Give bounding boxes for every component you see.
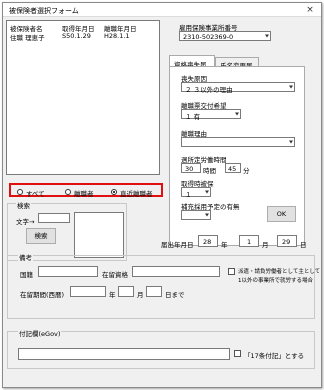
- period-day-input[interactable]: [146, 286, 162, 297]
- employer-number-select[interactable]: 2310-502369-0: [179, 31, 271, 41]
- year-unit: 年: [221, 241, 228, 249]
- notification-date-label: 届出年月日: [161, 241, 194, 249]
- hours-value: 30: [185, 165, 194, 173]
- notification-day-value: 29: [282, 238, 291, 246]
- dispatch-checkbox[interactable]: 派遣・請負労働者として主として 1以外の事業所で就労する場合: [228, 266, 320, 290]
- filter-radio-all[interactable]: すべて: [17, 188, 57, 198]
- remarks-group: 備考 国籍 在留資格 在留期間(西暦) 年 月 日まで 派遣・請負労働者として主…: [7, 252, 320, 319]
- search-char-label: 文字→: [16, 218, 35, 226]
- period-year-input[interactable]: [70, 286, 106, 297]
- dispatch-label-line2: 1以外の事業所で就労する場合: [238, 278, 314, 284]
- notes-group: 付記欄(eGov) 「17条付記」とする: [7, 328, 315, 369]
- nationality-input[interactable]: [38, 266, 98, 277]
- chevron-down-icon: [205, 213, 209, 217]
- employment-type-value: １: [185, 191, 192, 199]
- day-unit: 日: [300, 241, 307, 249]
- notes-group-label: 付記欄(eGov): [18, 328, 62, 338]
- employment-type-select[interactable]: １: [181, 187, 211, 199]
- search-result-list[interactable]: [74, 212, 124, 258]
- chevron-down-icon: [289, 85, 293, 89]
- filter-radio-separated[interactable]: 離職者: [65, 188, 105, 198]
- radio-icon: [17, 189, 23, 195]
- nationality-label: 国籍: [20, 271, 33, 279]
- residence-status-input[interactable]: [132, 266, 220, 277]
- list-item-acquired: S50.1.29: [62, 32, 91, 40]
- radio-selected-icon: [111, 189, 117, 195]
- chevron-down-icon: [235, 112, 239, 116]
- article17-label: 「17条付記」とする: [244, 352, 305, 360]
- certificate-value: １ 有: [185, 113, 201, 121]
- minutes-value: 45: [228, 165, 237, 173]
- period-month-input[interactable]: [118, 286, 134, 297]
- radio-icon: [65, 189, 71, 195]
- supplement-select[interactable]: [181, 210, 211, 220]
- form-window: 被保険者選択フォーム × 被保険者名 取得年月日 離職年月日 住職 理恵子 S5…: [2, 2, 322, 388]
- notification-year-value: 28: [203, 238, 212, 246]
- search-button[interactable]: 検索: [26, 228, 56, 244]
- filter-radio-separated-label: 離職者: [74, 190, 94, 198]
- filter-radio-recent[interactable]: 直近離職者: [111, 188, 161, 198]
- search-input[interactable]: [38, 213, 70, 223]
- loss-reason-value: ２ ３以外の理由: [185, 86, 233, 94]
- filter-radio-group: すべて 離職者 直近離職者: [9, 183, 163, 198]
- close-icon[interactable]: ×: [303, 4, 317, 16]
- filter-radio-recent-label: 直近離職者: [120, 190, 153, 198]
- loss-reason-select[interactable]: ２ ３以外の理由: [181, 82, 295, 94]
- dispatch-label: 派遣・請負労働者として主として: [238, 269, 321, 275]
- article17-checkbox[interactable]: 「17条付記」とする: [234, 349, 312, 360]
- checkbox-icon: [228, 268, 235, 275]
- remarks-group-label: 備考: [18, 252, 33, 262]
- month-unit: 月: [262, 241, 269, 249]
- hours-unit: 時間: [203, 167, 216, 175]
- minutes-input[interactable]: 45: [225, 163, 241, 173]
- employer-number-value: 2310-502369-0: [183, 33, 234, 41]
- window-title: 被保険者選択フォーム: [9, 7, 79, 15]
- chevron-down-icon: [289, 140, 293, 144]
- employee-list[interactable]: 被保険者名 取得年月日 離職年月日 住職 理恵子 S50.1.29 H28.1.…: [6, 20, 160, 175]
- notification-month-input[interactable]: 1: [239, 235, 259, 247]
- tab-panel: 喪失原因 ２ ３以外の理由 離職票交付希望 １ 有 離職理由 週所定労働時間 3…: [169, 66, 305, 246]
- notification-year-input[interactable]: 28: [198, 235, 218, 247]
- minutes-unit: 分: [243, 167, 250, 175]
- ok-button[interactable]: OK: [267, 206, 296, 222]
- filter-radio-all-label: すべて: [26, 190, 45, 198]
- separation-reason-select[interactable]: [181, 137, 295, 147]
- title-bar: 被保険者選択フォーム ×: [3, 3, 321, 17]
- notification-month-value: 1: [247, 238, 252, 246]
- period-month-unit: 月: [137, 291, 144, 299]
- list-item[interactable]: 住職 理恵子 S50.1.29 H28.1.1: [8, 31, 158, 42]
- notification-day-input[interactable]: 29: [277, 235, 297, 247]
- list-item-separated: H28.1.1: [104, 32, 130, 40]
- certificate-select[interactable]: １ 有: [181, 109, 241, 121]
- residence-status-label: 在留資格: [102, 271, 128, 279]
- period-year-unit: 年: [109, 291, 116, 299]
- residence-period-label: 在留期間(西暦): [20, 291, 65, 299]
- search-group-label: 検索: [16, 200, 31, 210]
- chevron-down-icon: [205, 190, 209, 194]
- checkbox-icon: [234, 350, 241, 357]
- list-item-name: 住職 理恵子: [10, 34, 45, 42]
- hours-input[interactable]: 30: [181, 163, 201, 173]
- chevron-down-icon: [265, 34, 269, 38]
- notes-input[interactable]: [18, 348, 230, 360]
- period-day-unit: 日まで: [165, 291, 185, 299]
